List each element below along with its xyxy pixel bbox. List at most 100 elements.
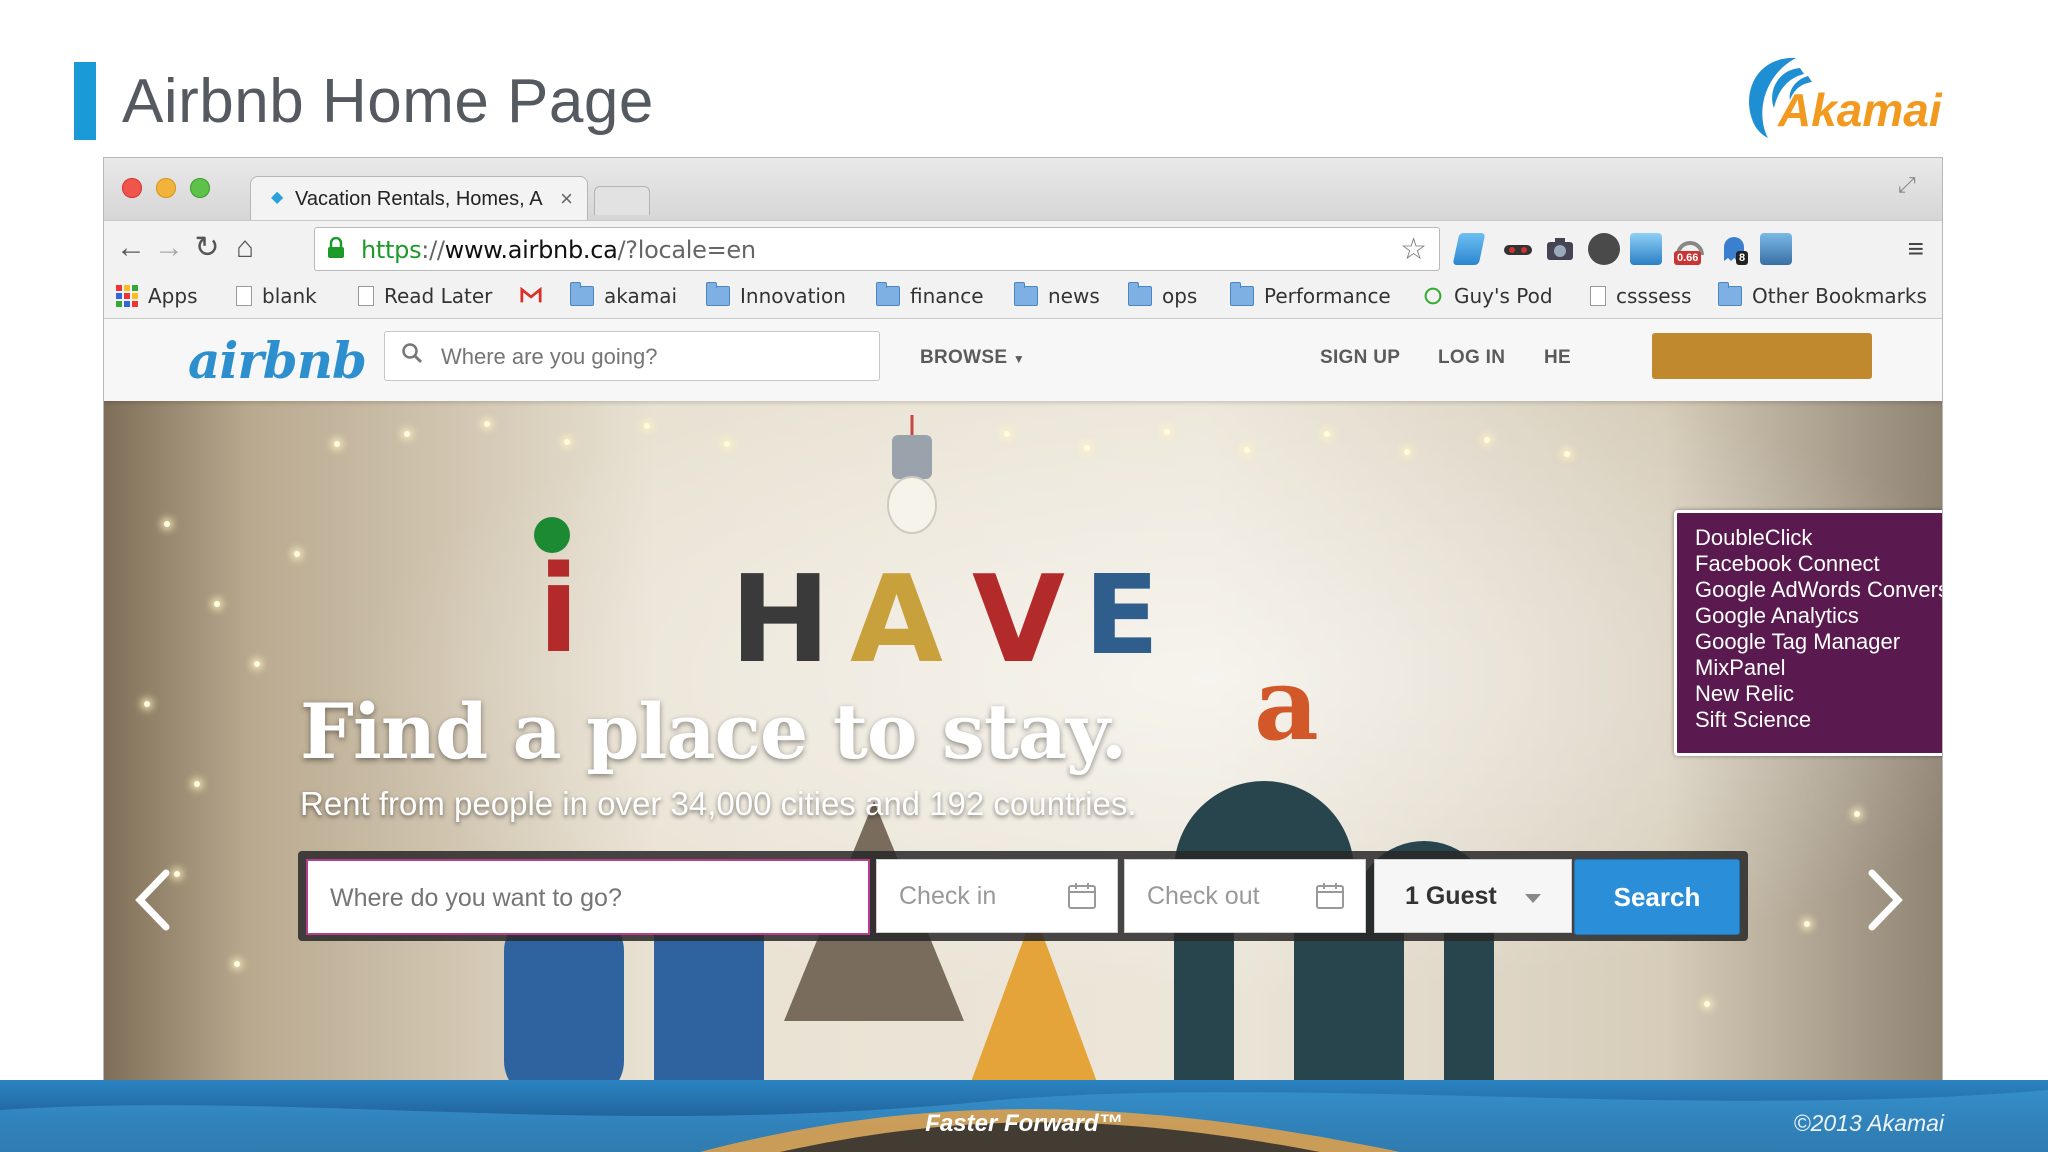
hero-banner: i H A V E a Find a place to stay. Rent f…: [104, 401, 1942, 1092]
extension-circle-icon[interactable]: [1588, 233, 1620, 265]
folder-icon: [1128, 282, 1152, 306]
fullscreen-icon[interactable]: ⤢: [1898, 172, 1924, 198]
bookmark-other[interactable]: Other Bookmarks: [1718, 282, 1927, 310]
bookmark-label: news: [1048, 284, 1100, 308]
extension-ghost-icon[interactable]: 8: [1718, 233, 1750, 265]
bookmark-gmail[interactable]: [520, 282, 552, 310]
bookmark-performance[interactable]: Performance: [1230, 282, 1391, 310]
tracker-popup: DoubleClick Facebook Connect Google AdWo…: [1674, 510, 1942, 756]
calendar-icon: [1316, 883, 1344, 909]
decor-letter: A: [850, 551, 943, 690]
home-icon[interactable]: ⌂: [228, 231, 262, 265]
tab-airbnb[interactable]: ◆ Vacation Rentals, Homes, A ×: [250, 176, 588, 221]
bookmarks-bar: Apps blank Read Later akamai Innovation …: [104, 274, 1942, 319]
tracker-item: New Relic: [1695, 681, 1795, 706]
bookmark-label: blank: [262, 284, 317, 308]
browse-label: BROWSE: [920, 347, 1008, 368]
ghost-badge: 8: [1736, 251, 1749, 265]
help-link[interactable]: HE: [1544, 347, 1571, 369]
folder-icon: [876, 282, 900, 306]
footer-tagline: Faster Forward™: [925, 1110, 1123, 1137]
zoom-window-icon[interactable]: [190, 178, 210, 198]
reload-icon[interactable]: ↻: [190, 231, 224, 265]
bookmark-star-icon[interactable]: ☆: [1400, 232, 1427, 267]
log-in-link[interactable]: LOG IN: [1438, 347, 1505, 369]
light-bulb-icon: [887, 415, 937, 534]
extension-screen-icon[interactable]: [1630, 233, 1662, 265]
search-button[interactable]: Search: [1574, 859, 1740, 935]
carousel-prev-icon[interactable]: [128, 865, 178, 935]
guests-select[interactable]: 1 Guest: [1374, 859, 1572, 933]
bookmark-label: Guy's Pod: [1454, 284, 1553, 308]
bookmark-guys-pod[interactable]: Guy's Pod: [1422, 282, 1553, 310]
bookmark-finance[interactable]: finance: [876, 282, 984, 310]
guests-label: 1 Guest: [1405, 882, 1497, 910]
bookmark-label: Other Bookmarks: [1752, 284, 1927, 308]
check-out-field[interactable]: Check out: [1124, 859, 1366, 933]
airbnb-header: airbnb BROWSE ▼ SIGN UP LOG IN HE: [104, 319, 1942, 401]
bookmark-read-later[interactable]: Read Later: [358, 282, 492, 310]
minimize-window-icon[interactable]: [156, 178, 176, 198]
check-in-label: Check in: [899, 882, 997, 910]
url-host: www.airbnb.ca: [444, 236, 618, 264]
airbnb-logo[interactable]: airbnb: [188, 331, 367, 390]
bookmark-label: Read Later: [384, 284, 493, 308]
bookmark-ops[interactable]: ops: [1128, 282, 1197, 310]
chevron-down-icon: [1525, 894, 1541, 903]
page-icon: [1590, 286, 1606, 306]
akamai-logo: Akamai: [1749, 57, 1943, 138]
bookmark-blank[interactable]: blank: [236, 282, 317, 310]
extension-mask-icon[interactable]: [1502, 233, 1534, 265]
bookmark-apps[interactable]: Apps: [116, 282, 198, 310]
search-icon: [402, 343, 423, 364]
speed-badge: 0.66: [1674, 251, 1702, 265]
header-search-input[interactable]: [439, 332, 863, 382]
tracker-item: Sift Science: [1695, 707, 1812, 732]
footer-copyright: ©2013 Akamai: [1793, 1110, 1944, 1136]
where-input[interactable]: [328, 861, 852, 935]
bookmark-label: Performance: [1264, 284, 1391, 308]
check-in-field[interactable]: Check in: [876, 859, 1118, 933]
tab-close-icon[interactable]: ×: [560, 186, 573, 212]
extension-camera-icon[interactable]: [1544, 233, 1576, 265]
extension-blue-icon[interactable]: [1452, 233, 1486, 265]
slide-title: Airbnb Home Page: [122, 67, 654, 136]
new-tab-button[interactable]: [594, 186, 650, 215]
decor-letter: E: [1084, 551, 1160, 679]
calendar-icon: [1068, 883, 1096, 909]
back-icon[interactable]: ←: [114, 231, 148, 265]
hero-title: Find a place to stay.: [300, 687, 1127, 776]
decor-letter: H: [730, 551, 831, 690]
carousel-next-icon[interactable]: [1860, 865, 1910, 935]
list-your-space-button[interactable]: [1652, 333, 1872, 379]
url-text: https://www.airbnb.ca/?locale=en: [361, 236, 756, 264]
extension-tools-icon[interactable]: [1760, 233, 1792, 265]
tab-title: Vacation Rentals, Homes, A: [295, 188, 543, 210]
svg-text:Akamai: Akamai: [1777, 84, 1943, 136]
browser-window: ◆ Vacation Rentals, Homes, A × ⤢ ← → ↻ ⌂…: [104, 158, 1942, 1092]
browser-titlebar: ◆ Vacation Rentals, Homes, A × ⤢: [104, 158, 1942, 221]
extension-speed-icon[interactable]: 0.66: [1674, 233, 1706, 265]
bookmark-csssess[interactable]: csssess: [1590, 282, 1691, 310]
browse-menu[interactable]: BROWSE ▼: [920, 347, 1025, 369]
url-separator: ://: [421, 236, 445, 264]
chevron-down-icon: ▼: [1012, 352, 1026, 366]
folder-icon: [1014, 282, 1038, 306]
bookmark-news[interactable]: news: [1014, 282, 1100, 310]
where-field[interactable]: [306, 859, 870, 935]
folder-icon: [570, 282, 594, 306]
bookmark-akamai[interactable]: akamai: [570, 282, 677, 310]
browser-toolbar: ← → ↻ ⌂ https://www.airbnb.ca/?locale=en…: [104, 220, 1942, 275]
sign-up-link[interactable]: SIGN UP: [1320, 347, 1400, 369]
forward-icon[interactable]: →: [152, 231, 186, 265]
search-panel: Check in Check out: [298, 851, 1748, 941]
address-bar[interactable]: https://www.airbnb.ca/?locale=en ☆: [314, 227, 1440, 271]
header-search-box[interactable]: [384, 331, 880, 382]
hero-subtitle: Rent from people in over 34,000 cities a…: [300, 785, 1137, 822]
bookmark-label: csssess: [1616, 284, 1692, 308]
tracker-item: Google Analytics: [1695, 603, 1859, 628]
airbnb-favicon-icon: ◆: [271, 189, 284, 206]
browser-menu-icon[interactable]: ≡: [1908, 233, 1924, 265]
close-window-icon[interactable]: [122, 178, 142, 198]
bookmark-innovation[interactable]: Innovation: [706, 282, 846, 310]
